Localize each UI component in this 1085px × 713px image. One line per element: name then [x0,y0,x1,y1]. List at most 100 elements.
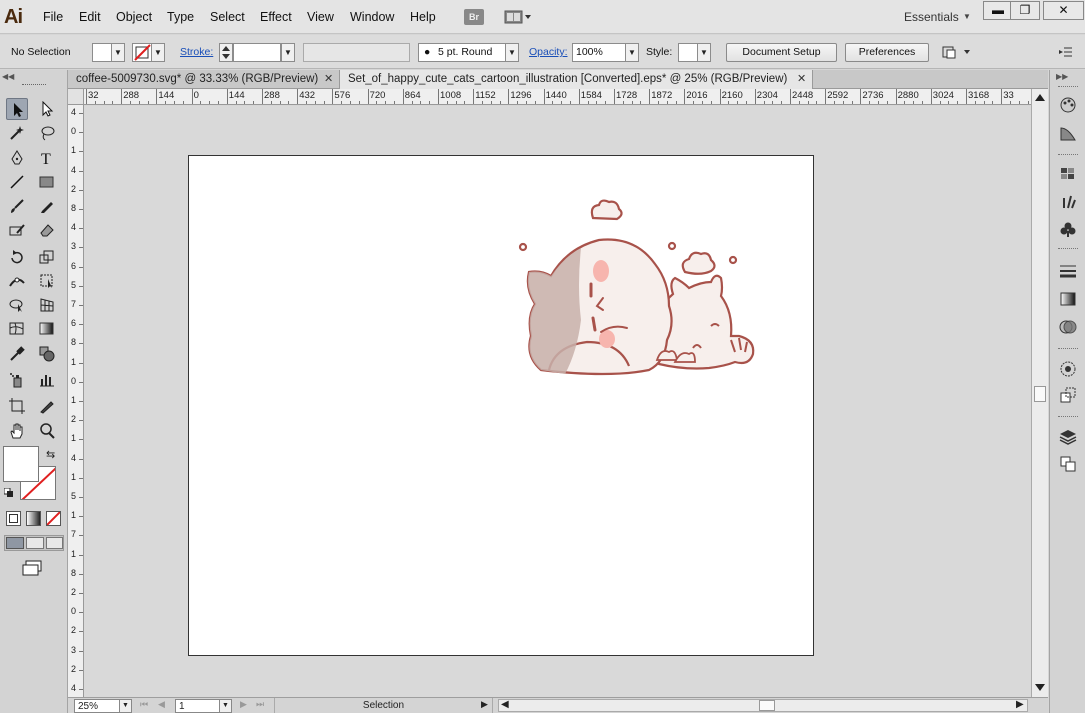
screen-mode-button[interactable] [21,559,43,577]
eyedropper-tool[interactable] [6,343,28,365]
opacity-label[interactable]: Opacity: [529,46,568,58]
cat-illustration[interactable] [189,156,813,655]
horizontal-ruler[interactable]: 32 288 144 0 144 288 432 576 720 864 1008 1152 1296 1… [84,89,1031,105]
swap-colors-icon[interactable]: ⇆ [46,448,55,461]
blend-tool[interactable] [36,343,58,365]
horizontal-scroll-thumb[interactable] [759,700,775,711]
fill-color-front[interactable] [3,446,39,482]
magic-wand-tool[interactable] [6,122,28,144]
rotate-tool[interactable] [6,246,28,268]
gradient-tool[interactable] [36,318,58,340]
swatches-panel-icon[interactable] [1059,165,1077,183]
menu-type[interactable]: Type [167,10,194,24]
pencil-tool[interactable] [36,195,58,217]
tab-happy-cats-eps[interactable]: Set_of_happy_cute_cats_cartoon_illustrat… [340,70,813,89]
graphic-styles-panel-icon[interactable] [1059,386,1077,404]
transparency-panel-icon[interactable] [1059,318,1077,336]
zoom-dropdown[interactable]: ▼ [119,699,132,713]
brush-dropdown[interactable]: ▼ [505,43,519,62]
symbols-panel-icon[interactable] [1059,220,1077,238]
draw-inside-button[interactable] [46,537,63,549]
tab-close-icon[interactable]: ✕ [324,70,333,89]
document-setup-button[interactable]: Document Setup [726,43,837,62]
lasso-tool[interactable] [36,122,58,144]
stroke-weight-dropdown[interactable]: ▼ [281,43,295,62]
next-artboard-icon[interactable]: ▶ [240,699,247,710]
panel-menu-icon[interactable] [1058,45,1074,59]
shape-builder-tool[interactable] [6,294,28,316]
menu-effect[interactable]: Effect [260,10,292,24]
draw-normal-button[interactable] [6,537,24,549]
artboard-dropdown[interactable]: ▼ [219,699,232,713]
current-tool-status[interactable]: Selection [274,698,493,713]
stroke-dropdown[interactable]: ▼ [151,43,165,62]
line-segment-tool[interactable] [6,171,28,193]
stroke-weight-stepper[interactable] [219,43,233,62]
slice-tool[interactable] [36,395,58,417]
tab-coffee-svg[interactable]: coffee-5009730.svg* @ 33.33% (RGB/Previe… [68,70,340,89]
symbol-sprayer-tool[interactable] [6,369,28,391]
none-mode-button[interactable] [46,511,61,526]
artboard-number-input[interactable]: 1 [175,699,221,713]
menu-view[interactable]: View [307,10,334,24]
blob-brush-tool[interactable] [6,219,28,241]
menu-window[interactable]: Window [350,10,394,24]
last-artboard-icon[interactable]: ⏭ [256,699,264,710]
panel-grip[interactable] [1058,86,1078,88]
brushes-panel-icon[interactable] [1059,192,1077,210]
scroll-down-icon[interactable] [1032,681,1049,695]
color-mode-button[interactable] [6,511,21,526]
stroke-label[interactable]: Stroke: [180,46,213,58]
artboards-panel-icon[interactable] [1059,455,1077,473]
pen-tool[interactable] [6,147,28,169]
fill-swatch[interactable] [92,43,112,62]
panel-grip[interactable] [1058,154,1078,156]
menu-select[interactable]: Select [210,10,245,24]
bridge-button[interactable]: Br [464,9,484,25]
type-tool[interactable]: T [36,147,58,169]
paintbrush-tool[interactable] [6,195,28,217]
rectangle-tool[interactable] [36,171,58,193]
scroll-up-icon[interactable] [1032,91,1049,105]
panel-grip[interactable] [1058,348,1078,350]
stroke-swatch[interactable] [132,43,152,62]
hand-tool[interactable] [6,420,28,442]
status-menu-icon[interactable]: ▶ [481,699,488,710]
eraser-tool[interactable] [36,219,58,241]
arrange-icon[interactable] [940,44,974,61]
previous-artboard-icon[interactable]: ◀ [158,699,165,710]
opacity-dropdown[interactable]: ▼ [625,43,639,62]
panel-grip[interactable] [22,84,46,86]
stroke-panel-icon[interactable] [1059,262,1077,280]
first-artboard-icon[interactable]: ⏮ [140,699,148,710]
scroll-right-icon[interactable]: ▶ [1016,699,1024,710]
default-colors-icon[interactable] [3,487,14,498]
column-graph-tool[interactable] [36,369,58,391]
vertical-scroll-thumb[interactable] [1034,386,1046,402]
perspective-grid-tool[interactable] [36,294,58,316]
vertical-scrollbar[interactable] [1031,89,1048,697]
horizontal-scrollbar[interactable]: ◀ ▶ [498,699,1028,712]
maximize-button[interactable]: ❐ [1010,1,1040,20]
mesh-tool[interactable] [6,318,28,340]
color-panel-icon[interactable] [1059,96,1077,114]
layers-panel-icon[interactable] [1059,428,1077,446]
scale-tool[interactable] [36,246,58,268]
gradient-panel-icon[interactable] [1059,290,1077,308]
expand-panels-icon[interactable]: ▶▶ [1056,72,1068,81]
selection-tool[interactable] [6,98,28,120]
tab-close-icon[interactable]: ✕ [797,70,806,89]
workspace-switcher[interactable]: Essentials [904,10,959,24]
zoom-tool[interactable] [36,420,58,442]
menu-help[interactable]: Help [410,10,436,24]
scroll-left-icon[interactable]: ◀ [501,699,509,710]
color-guide-panel-icon[interactable] [1059,124,1077,142]
stroke-weight-input[interactable] [233,43,281,62]
width-tool[interactable] [6,270,28,292]
panel-grip[interactable] [1058,416,1078,418]
zoom-input[interactable]: 25% [74,699,120,713]
graphic-style-swatch[interactable] [678,43,698,62]
arrange-documents-button[interactable] [504,9,532,25]
artboard[interactable] [188,155,814,656]
graphic-style-dropdown[interactable]: ▼ [697,43,711,62]
